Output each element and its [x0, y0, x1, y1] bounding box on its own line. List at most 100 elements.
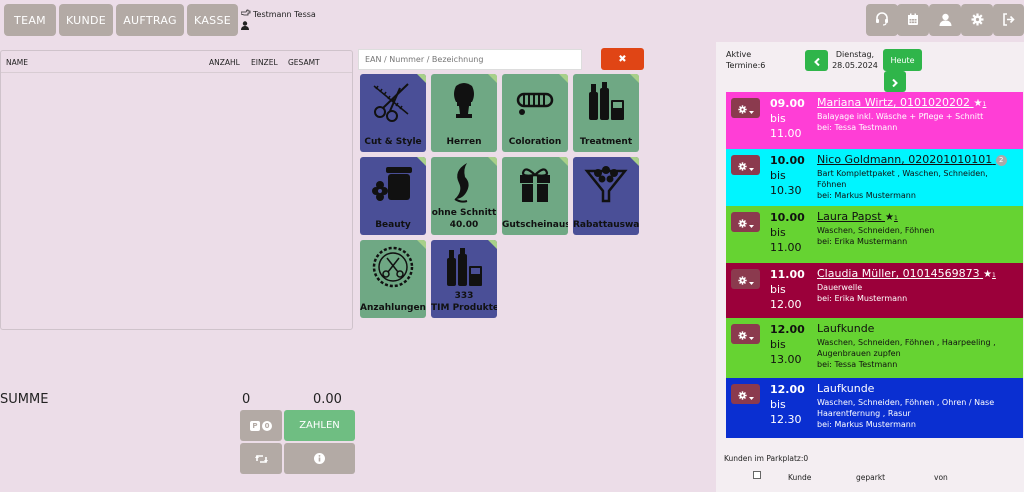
tile-tim-produkte[interactable]: 333 TIM Produkte: [431, 240, 497, 318]
gift-box-icon: [520, 168, 550, 202]
support-button[interactable]: [866, 4, 898, 36]
star-icon: ★: [885, 212, 894, 223]
gear-icon: [737, 325, 747, 344]
appointment-menu-button[interactable]: [731, 384, 760, 404]
tile-count: 333: [454, 291, 474, 301]
clear-search-button[interactable]: ✖: [601, 48, 644, 70]
appointment-services: Balayage inkl. Wäsche + Pflege + Schnitt…: [817, 112, 984, 132]
tile-ohne-schnitt[interactable]: ohne Schnitt 40.00: [431, 157, 497, 235]
parking-icon: P: [250, 420, 260, 431]
pay-button[interactable]: ZAHLEN: [284, 410, 355, 441]
tile-label: Anzahlungen: [360, 303, 426, 313]
select-all-checkbox[interactable]: [753, 471, 761, 479]
col-gesamt: GESAMT: [288, 58, 320, 67]
appointment-services: Waschen, Schneiden, Föhnen , Ohren / Nas…: [817, 398, 995, 429]
active-appointments: Aktive Termine:6: [726, 49, 765, 71]
shaving-brush-icon: [454, 83, 474, 118]
calendar-button[interactable]: [897, 4, 929, 36]
appointment-services: Waschen, Schneiden, Föhnen , Haarpeeling…: [817, 338, 996, 369]
appointment-customer[interactable]: Mariana Wirtz, 0101020202 ★1: [817, 96, 986, 109]
refresh-button[interactable]: [240, 443, 282, 474]
tile-rabatt[interactable]: Rabattauswah: [573, 157, 639, 235]
col-von: von: [934, 473, 948, 482]
tile-gutschein[interactable]: Gutscheinausw: [502, 157, 568, 235]
appointment-menu-button[interactable]: [731, 155, 760, 175]
hair-curlers-icon: [516, 92, 554, 115]
gear-icon: [737, 156, 747, 175]
tile-coloration[interactable]: Coloration: [502, 74, 568, 152]
nav-auftrag-button[interactable]: AUFTRAG: [116, 4, 184, 36]
tile-anzahlungen[interactable]: Anzahlungen: [360, 240, 426, 318]
termine-count: Termine:6: [726, 61, 766, 70]
info-icon: [314, 449, 325, 468]
appointment-card[interactable]: 10.00 bis 10.30 Nico Goldmann, 02020101010…: [726, 149, 1023, 206]
caret-down-icon: [748, 325, 754, 344]
tile-treatment[interactable]: Treatment: [573, 74, 639, 152]
headset-icon: [875, 11, 889, 30]
gear-icon: [737, 99, 747, 118]
cart-table: NAME ANZAHL EINZEL GESAMT: [0, 50, 353, 330]
user-name: Testmann Tessa: [253, 10, 316, 19]
appointment-card[interactable]: 12.00 bis 12.30 Laufkunde Waschen, Schneid…: [726, 378, 1023, 438]
settings-button[interactable]: [961, 4, 993, 36]
col-geparkt: geparkt: [856, 473, 886, 482]
tile-cut-style[interactable]: Cut & Style: [360, 74, 426, 152]
scissors-badge-icon: [372, 246, 414, 288]
hair-products-icon: [589, 82, 624, 120]
park-button[interactable]: P 0: [240, 410, 282, 441]
tile-label: ohne Schnitt: [431, 208, 497, 218]
appointment-time: 12.00 bis 12.30: [770, 383, 805, 426]
appointment-time: 10.00 bis 10.30: [770, 154, 805, 197]
appointment-time: 11.00 bis 12.00: [770, 268, 805, 311]
pointing-hand-icon: [240, 9, 251, 21]
prev-day-button[interactable]: [805, 50, 828, 71]
caret-down-icon: [748, 213, 754, 232]
user-icon: [939, 11, 952, 30]
appointment-menu-button[interactable]: [731, 324, 760, 344]
appointment-customer[interactable]: Nico Goldmann, 020201010101 2: [817, 153, 1007, 166]
appointment-services: Dauerwelle bei: Erika Mustermann: [817, 283, 908, 303]
appointment-menu-button[interactable]: [731, 269, 760, 289]
aktive-label: Aktive: [726, 50, 752, 59]
col-einzel: EINZEL: [251, 58, 278, 67]
today-button[interactable]: Heute: [883, 49, 922, 71]
appointment-customer[interactable]: Laufkunde: [817, 322, 874, 335]
appointment-services: Bart Komplettpaket , Waschen, Schneiden,…: [817, 169, 988, 200]
tile-label: Herren: [446, 137, 482, 147]
appointment-customer[interactable]: Laura Papst ★1: [817, 210, 898, 223]
summe-label: SUMME: [0, 392, 49, 407]
info-button[interactable]: [284, 443, 355, 474]
tile-label: Treatment: [579, 137, 633, 147]
appointment-menu-button[interactable]: [731, 98, 760, 118]
cream-jar-icon: [372, 167, 412, 201]
nav-kunde-button[interactable]: KUNDE: [59, 4, 113, 36]
summe-total: 0.00: [313, 392, 342, 407]
appointment-customer[interactable]: Laufkunde: [817, 382, 874, 395]
tile-price: 40.00: [449, 220, 479, 230]
user-icon: [241, 21, 249, 34]
appointment-card[interactable]: 11.00 bis 12.00 Claudia Müller, 0101456987…: [726, 263, 1023, 318]
current-date: Dienstag, 28.05.2024: [830, 49, 880, 71]
logout-button[interactable]: [993, 4, 1024, 36]
col-anzahl: ANZAHL: [209, 58, 240, 67]
tile-herren[interactable]: Herren: [431, 74, 497, 152]
caret-down-icon: [748, 385, 754, 404]
scissors-comb-icon: [373, 83, 409, 122]
gear-icon: [971, 11, 984, 30]
col-kunde: Kunde: [788, 473, 812, 482]
search-input[interactable]: [358, 49, 582, 70]
summe-qty: 0: [242, 392, 251, 407]
appointment-card[interactable]: 10.00 bis 11.00 Laura Papst ★1 Waschen, Sc…: [726, 206, 1023, 263]
next-day-button[interactable]: [884, 71, 906, 92]
appointment-card[interactable]: 12.00 bis 13.00 Laufkunde Waschen, Schneid…: [726, 318, 1023, 378]
appointment-customer[interactable]: Claudia Müller, 01014569873 ★1: [817, 267, 996, 280]
tile-beauty[interactable]: Beauty: [360, 157, 426, 235]
tile-label: Coloration: [508, 137, 562, 147]
appointment-card[interactable]: 09.00 bis 11.00 Mariana Wirtz, 0101020202 …: [726, 92, 1023, 149]
profile-button[interactable]: [929, 4, 961, 36]
hair-strand-icon: [454, 163, 469, 203]
appointment-menu-button[interactable]: [731, 212, 760, 232]
nav-kasse-button[interactable]: KASSE: [187, 4, 238, 36]
nav-team-button[interactable]: TEAM: [4, 4, 56, 36]
star-icon: ★: [983, 269, 993, 280]
